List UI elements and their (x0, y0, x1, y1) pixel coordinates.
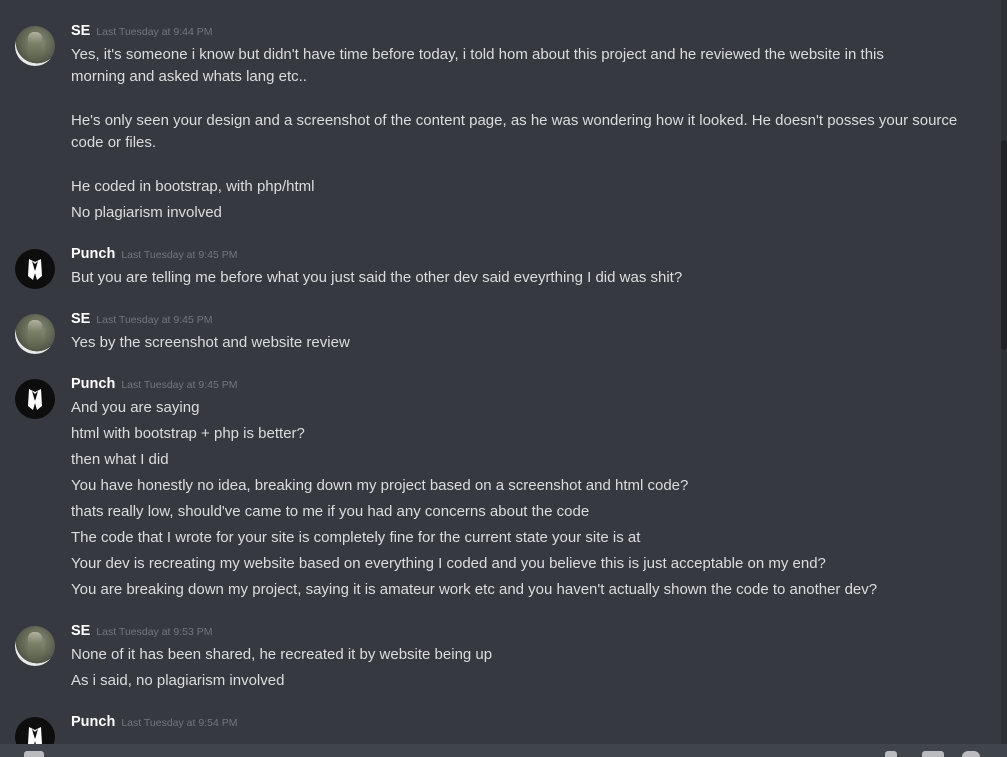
message-header: Punch Last Tuesday at 9:45 PM (71, 373, 237, 392)
username[interactable]: SE (71, 623, 90, 639)
emoji-icon[interactable] (962, 751, 980, 757)
avatar[interactable] (15, 314, 55, 354)
timestamp: Last Tuesday at 9:45 PM (96, 314, 213, 326)
message-text: He coded in bootstrap, with php/html (71, 178, 315, 195)
message-text: But you are telling me before what you j… (71, 269, 683, 286)
message-header: Punch Last Tuesday at 9:45 PM (71, 243, 237, 262)
username[interactable]: SE (71, 311, 90, 327)
message-text: The code that I wrote for your site is c… (71, 529, 641, 546)
gif-icon[interactable] (922, 751, 944, 757)
username[interactable]: Punch (71, 246, 115, 262)
message-text: Yes by the screenshot and website review (71, 334, 350, 351)
username[interactable]: Punch (71, 714, 115, 730)
timestamp: Last Tuesday at 9:45 PM (121, 379, 238, 391)
message-text: As i said, no plagiarism involved (71, 672, 285, 689)
message-text: thats really low, should've came to me i… (71, 503, 590, 520)
message-text: He's only seen your design and a screens… (71, 112, 958, 129)
message-text: None of it has been shared, he recreated… (71, 646, 493, 663)
timestamp: Last Tuesday at 9:44 PM (96, 26, 213, 38)
username[interactable]: SE (71, 23, 90, 39)
scrollbar-thumb[interactable] (1001, 140, 1007, 350)
avatar[interactable] (15, 249, 55, 289)
message-text: Your dev is recreating my website based … (71, 555, 826, 572)
avatar[interactable] (15, 626, 55, 666)
message-header: Punch Last Tuesday at 9:54 PM (71, 711, 237, 730)
message-text: Yes, it's someone i know but didn't have… (71, 46, 884, 63)
suit-logo-icon (28, 259, 42, 280)
avatar[interactable] (15, 26, 55, 66)
username[interactable]: Punch (71, 376, 115, 392)
message-composer[interactable] (0, 744, 1007, 757)
message-text: No plagiarism involved (71, 204, 222, 221)
message-text: You are breaking down my project, saying… (71, 581, 878, 598)
avatar[interactable] (15, 379, 55, 419)
scrollbar-track[interactable] (1001, 0, 1007, 744)
timestamp: Last Tuesday at 9:54 PM (121, 717, 238, 729)
message-text: code or files. (71, 134, 157, 151)
message-header: SE Last Tuesday at 9:44 PM (71, 20, 213, 39)
gift-icon[interactable] (885, 751, 897, 757)
message-text: You have honestly no idea, breaking down… (71, 477, 689, 494)
upload-icon[interactable] (24, 751, 44, 757)
message-header: SE Last Tuesday at 9:45 PM (71, 308, 213, 327)
message-text: then what I did (71, 451, 169, 468)
message-text: morning and asked whats lang etc.. (71, 68, 307, 85)
timestamp: Last Tuesday at 9:53 PM (96, 626, 213, 638)
message-text: html with bootstrap + php is better? (71, 425, 305, 442)
suit-logo-icon (28, 389, 42, 410)
message-text: And you are saying (71, 399, 200, 416)
message-header: SE Last Tuesday at 9:53 PM (71, 620, 213, 639)
chat-message-list[interactable]: SE Last Tuesday at 9:44 PM Yes, it's some… (0, 0, 1007, 757)
timestamp: Last Tuesday at 9:45 PM (121, 249, 238, 261)
